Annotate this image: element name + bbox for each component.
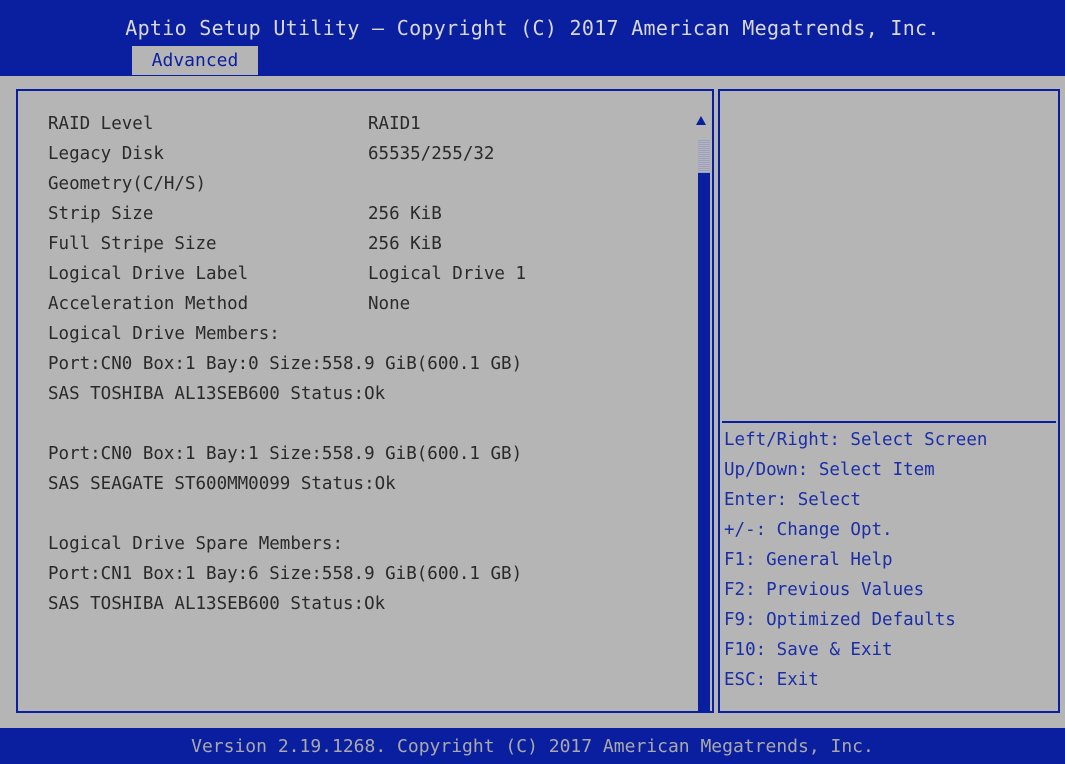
main-area: RAID Level RAID1 Legacy Disk 65535/255/32 Ge…: [0, 76, 1065, 728]
scrollbar-thumb[interactable]: [698, 139, 710, 173]
detail-label: Port:CN0 Box:1 Bay:1 Size:558.9 GiB(600.…: [48, 444, 523, 464]
detail-row: RAID Level RAID1: [48, 109, 698, 139]
detail-row: Acceleration Method None: [48, 289, 698, 319]
detail-label: SAS TOSHIBA AL13SEB600 Status:Ok: [48, 594, 386, 614]
bios-screen: Aptio Setup Utility – Copyright (C) 2017…: [0, 0, 1065, 764]
detail-row: Logical Drive Members:: [48, 319, 698, 349]
help-line: Left/Right: Select Screen: [724, 430, 988, 450]
detail-label: Logical Drive Members:: [48, 324, 280, 344]
help-panel: Left/Right: Select Screen Up/Down: Select…: [718, 89, 1060, 713]
footer-bar: Version 2.19.1268. Copyright (C) 2017 Am…: [0, 728, 1065, 764]
detail-row: SAS TOSHIBA AL13SEB600 Status:Ok: [48, 589, 698, 619]
detail-row: Legacy Disk 65535/255/32: [48, 139, 698, 169]
detail-value: None: [368, 294, 411, 314]
detail-row: Port:CN0 Box:1 Bay:1 Size:558.9 GiB(600.…: [48, 439, 698, 469]
detail-row: Logical Drive Spare Members:: [48, 529, 698, 559]
help-line: +/-: Change Opt.: [724, 520, 893, 540]
detail-label: Port:CN1 Box:1 Bay:6 Size:558.9 GiB(600.…: [48, 564, 523, 584]
detail-row: [48, 499, 698, 529]
detail-value: RAID1: [368, 114, 421, 134]
help-line: F9: Optimized Defaults: [724, 610, 956, 630]
detail-row: Strip Size 256 KiB: [48, 199, 698, 229]
detail-row: Logical Drive Label Logical Drive 1: [48, 259, 698, 289]
scroll-up-arrow-icon[interactable]: [696, 116, 706, 125]
detail-value: 65535/255/32: [368, 144, 495, 164]
detail-value: 256 KiB: [368, 204, 442, 224]
detail-value: 256 KiB: [368, 234, 442, 254]
detail-label: SAS SEAGATE ST600MM0099 Status:Ok: [48, 474, 396, 494]
detail-label: RAID Level: [48, 114, 154, 134]
detail-row: Full Stripe Size 256 KiB: [48, 229, 698, 259]
version-text: Version 2.19.1268. Copyright (C) 2017 Am…: [191, 736, 874, 757]
help-line: F2: Previous Values: [724, 580, 925, 600]
detail-label: Acceleration Method: [48, 294, 249, 314]
help-line: F10: Save & Exit: [724, 640, 893, 660]
scroll-down-arrow-icon[interactable]: [698, 700, 708, 709]
detail-label: Strip Size: [48, 204, 154, 224]
detail-label: Logical Drive Spare Members:: [48, 534, 344, 554]
detail-row: Port:CN1 Box:1 Bay:6 Size:558.9 GiB(600.…: [48, 559, 698, 589]
detail-list: RAID Level RAID1 Legacy Disk 65535/255/32 Ge…: [48, 109, 698, 619]
detail-row: Port:CN0 Box:1 Bay:0 Size:558.9 GiB(600.…: [48, 349, 698, 379]
app-title: Aptio Setup Utility – Copyright (C) 2017…: [125, 16, 940, 40]
detail-label: Legacy Disk: [48, 144, 164, 164]
tab-advanced[interactable]: Advanced: [132, 46, 258, 75]
detail-label: Logical Drive Label: [48, 264, 249, 284]
help-list: Left/Right: Select Screen Up/Down: Select…: [724, 425, 1058, 695]
help-line: ESC: Exit: [724, 670, 819, 690]
detail-row: SAS SEAGATE ST600MM0099 Status:Ok: [48, 469, 698, 499]
help-line: Enter: Select: [724, 490, 861, 510]
help-divider: [722, 421, 1056, 423]
help-line: F1: General Help: [724, 550, 893, 570]
detail-row: Geometry(C/H/S): [48, 169, 698, 199]
detail-row: [48, 409, 698, 439]
detail-label: Port:CN0 Box:1 Bay:0 Size:558.9 GiB(600.…: [48, 354, 523, 374]
detail-label: Full Stripe Size: [48, 234, 217, 254]
detail-value: Logical Drive 1: [368, 264, 527, 284]
help-line: Up/Down: Select Item: [724, 460, 935, 480]
detail-row: SAS TOSHIBA AL13SEB600 Status:Ok: [48, 379, 698, 409]
scrollbar-track[interactable]: [698, 139, 710, 711]
detail-label: SAS TOSHIBA AL13SEB600 Status:Ok: [48, 384, 386, 404]
detail-label: Geometry(C/H/S): [48, 174, 207, 194]
detail-panel: RAID Level RAID1 Legacy Disk 65535/255/32 Ge…: [16, 89, 714, 713]
header-bar: Aptio Setup Utility – Copyright (C) 2017…: [0, 0, 1065, 76]
